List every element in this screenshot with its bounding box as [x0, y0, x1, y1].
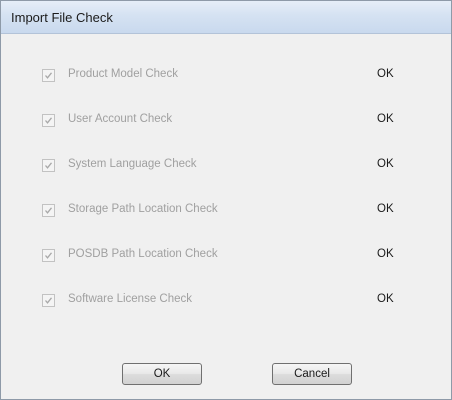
- checkmark-icon: [45, 117, 53, 124]
- ok-button[interactable]: OK: [122, 363, 202, 385]
- check-status-storage-path: OK: [377, 203, 394, 215]
- check-row-posdb-path: POSDB Path Location Check OK: [1, 245, 451, 267]
- check-label-system-language: System Language Check: [68, 158, 197, 170]
- cancel-button[interactable]: Cancel: [272, 363, 352, 385]
- checkmark-icon: [45, 207, 53, 214]
- check-row-user-account: User Account Check OK: [1, 110, 451, 132]
- checkbox-system-language[interactable]: [42, 159, 55, 172]
- check-row-system-language: System Language Check OK: [1, 155, 451, 177]
- checkbox-user-account[interactable]: [42, 114, 55, 127]
- check-status-user-account: OK: [377, 113, 394, 125]
- dialog-content: Product Model Check OK User Account Chec…: [1, 34, 451, 399]
- check-label-software-license: Software License Check: [68, 293, 193, 305]
- check-label-posdb-path: POSDB Path Location Check: [68, 248, 218, 260]
- checkmark-icon: [45, 252, 53, 259]
- checkbox-software-license[interactable]: [42, 294, 55, 307]
- checkbox-product-model[interactable]: [42, 69, 55, 82]
- checkmark-icon: [45, 162, 53, 169]
- check-row-software-license: Software License Check OK: [1, 290, 451, 312]
- title-bar: Import File Check: [1, 1, 451, 34]
- checkbox-storage-path[interactable]: [42, 204, 55, 217]
- check-status-software-license: OK: [377, 293, 394, 305]
- check-status-posdb-path: OK: [377, 248, 394, 260]
- dialog-title: Import File Check: [11, 10, 113, 25]
- check-row-product-model: Product Model Check OK: [1, 65, 451, 87]
- import-file-check-dialog: Import File Check Product Model Check OK…: [0, 0, 452, 400]
- check-status-system-language: OK: [377, 158, 394, 170]
- checkmark-icon: [45, 297, 53, 304]
- check-row-storage-path: Storage Path Location Check OK: [1, 200, 451, 222]
- check-status-product-model: OK: [377, 68, 394, 80]
- checkbox-posdb-path[interactable]: [42, 249, 55, 262]
- check-label-user-account: User Account Check: [68, 113, 173, 125]
- check-label-storage-path: Storage Path Location Check: [68, 203, 218, 215]
- check-label-product-model: Product Model Check: [68, 68, 178, 80]
- checkmark-icon: [45, 72, 53, 79]
